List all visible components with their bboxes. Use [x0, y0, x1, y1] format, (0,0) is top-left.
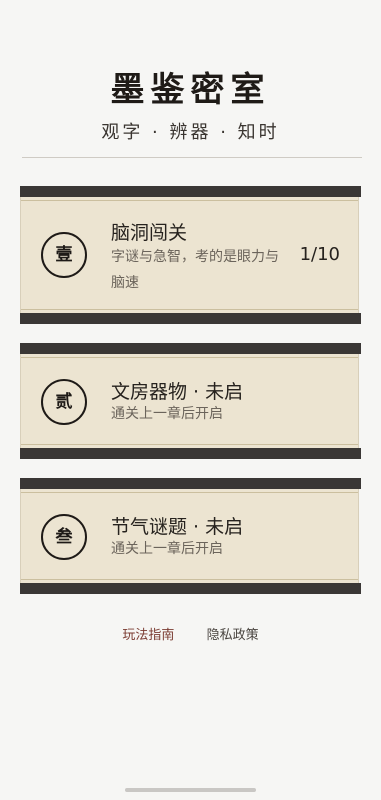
chapter-card-2[interactable]: 贰 文房器物 · 未启 通关上一章后开启 [20, 343, 361, 459]
card-inner-line [21, 357, 358, 358]
card-inner-line [21, 579, 358, 580]
chapter-title: 脑洞闯关 [111, 222, 188, 244]
chapter-description: 字谜与急智，考的是眼力与脑速 [111, 249, 279, 291]
card-top-bar [20, 343, 361, 354]
chapter-description: 通关上一章后开启 [111, 541, 223, 557]
card-bottom-bar [20, 313, 361, 324]
guide-link[interactable]: 玩法指南 [122, 624, 174, 643]
card-top-bar [20, 186, 361, 197]
home-indicator[interactable] [125, 788, 256, 792]
chapter-progress: 1/10 [299, 244, 340, 265]
card-bottom-bar [20, 583, 361, 594]
card-inner-line [21, 309, 358, 310]
chapter-description: 通关上一章后开启 [111, 406, 223, 422]
card-inner-line [21, 200, 358, 201]
chapter-seal: 叁 [41, 514, 87, 560]
card-inner-line [21, 444, 358, 445]
page-title: 墨鉴密室 [110, 70, 271, 110]
chapter-seal: 壹 [41, 232, 87, 278]
card-inner-line [21, 492, 358, 493]
header-divider [22, 157, 362, 158]
privacy-link[interactable]: 隐私政策 [207, 624, 259, 643]
chapter-card-3[interactable]: 叁 节气谜题 · 未启 通关上一章后开启 [20, 478, 361, 594]
chapter-card-1[interactable]: 壹 脑洞闯关 字谜与急智，考的是眼力与脑速 1/10 [20, 186, 361, 324]
card-top-bar [20, 478, 361, 489]
footer-links: 玩法指南 隐私政策 [0, 624, 381, 643]
chapter-seal: 贰 [41, 379, 87, 425]
chapter-title: 文房器物 · 未启 [111, 381, 244, 403]
page-subtitle: 观字 · 辨器 · 知时 [101, 122, 280, 143]
card-bottom-bar [20, 448, 361, 459]
chapter-title: 节气谜题 · 未启 [111, 516, 244, 538]
